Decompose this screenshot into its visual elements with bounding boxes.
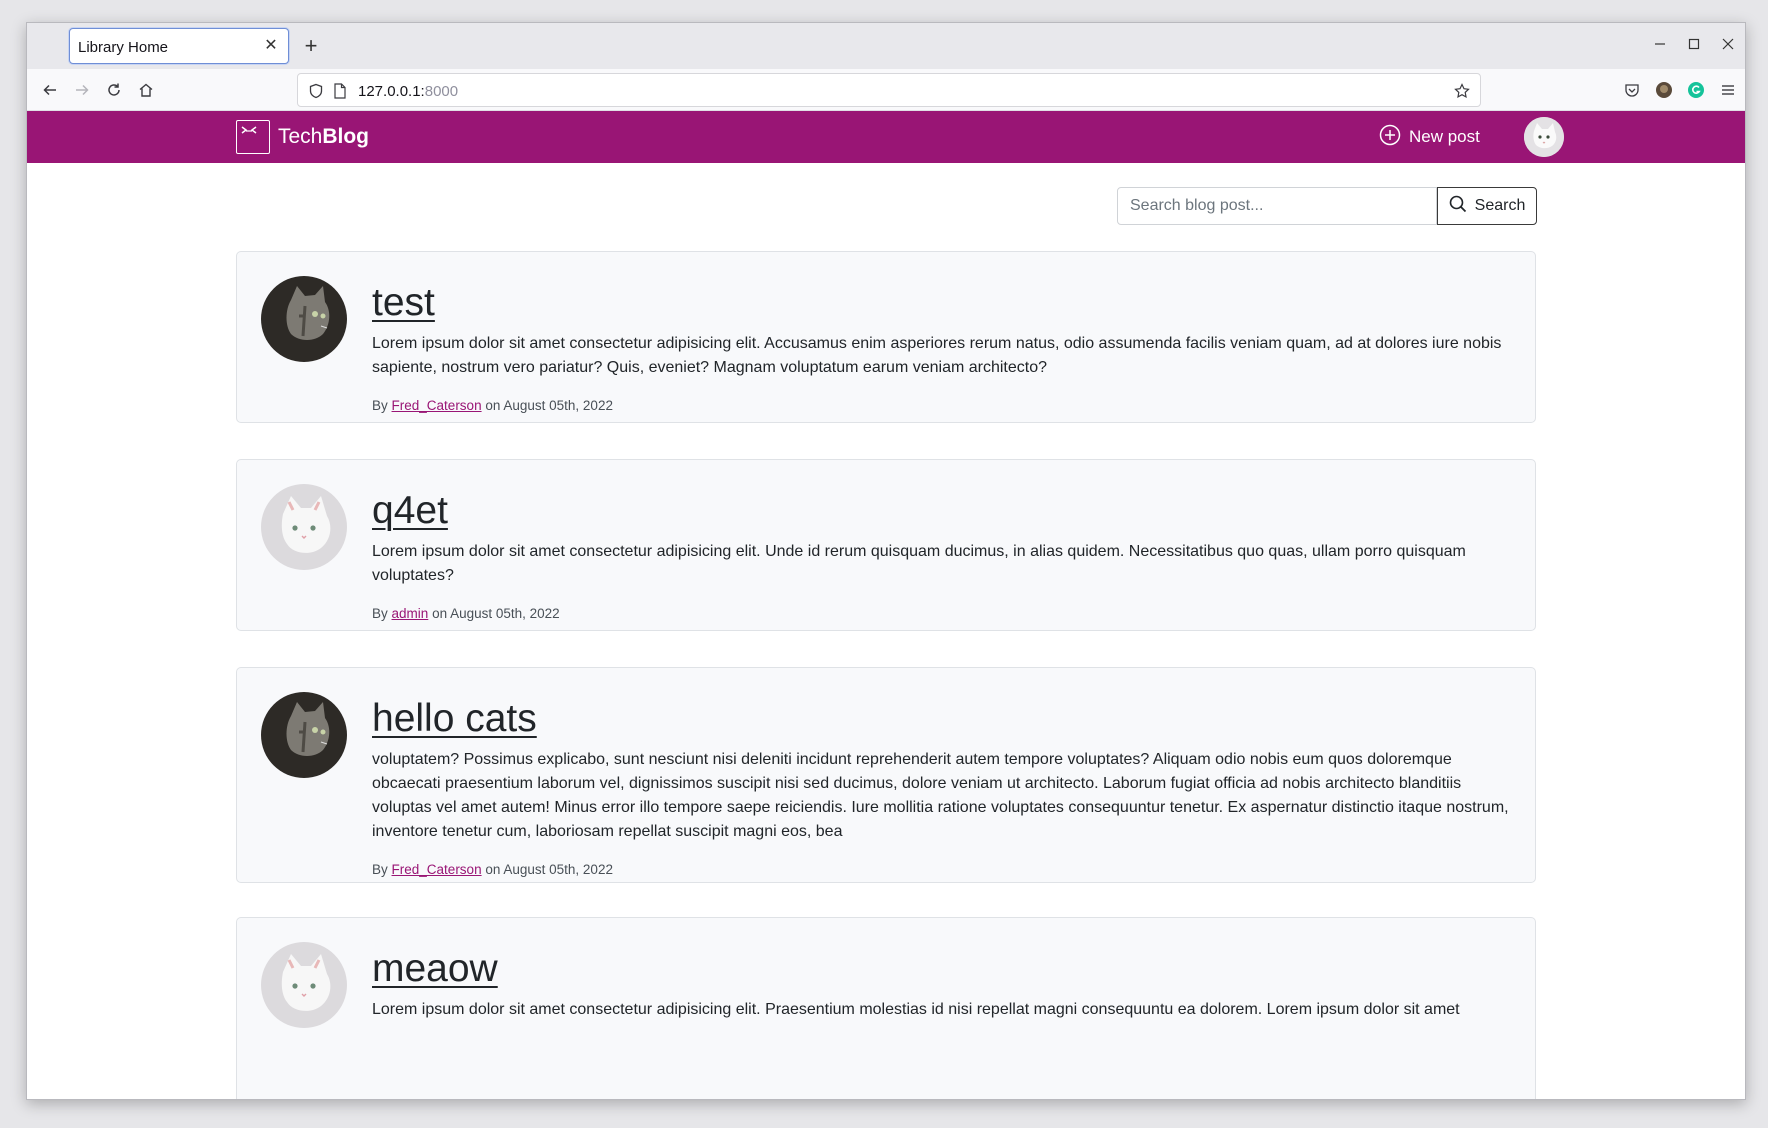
post-card: hello cats voluptatem? Possimus explicab…: [236, 667, 1536, 883]
post-author-avatar: [261, 692, 347, 778]
brand-name: TechBlog: [278, 125, 370, 148]
post-body: q4et Lorem ipsum dolor sit amet consecte…: [372, 488, 1519, 621]
post-meta: By admin on August 05th, 2022: [372, 606, 560, 621]
tab-title: Library Home: [78, 39, 169, 56]
search-button-label: Search: [1474, 197, 1526, 214]
maximize-icon[interactable]: [1679, 31, 1709, 61]
bookmark-star-icon[interactable]: [1452, 81, 1472, 101]
page-icon: [330, 81, 350, 101]
post-body: test Lorem ipsum dolor sit amet consecte…: [372, 280, 1519, 413]
tab-strip: Library Home ✕ +: [27, 23, 1745, 69]
plus-circle-icon: [1379, 124, 1401, 151]
post-excerpt: Lorem ipsum dolor sit amet consectetur a…: [372, 335, 1502, 376]
post-card: test Lorem ipsum dolor sit amet consecte…: [236, 251, 1536, 423]
search-button[interactable]: Search: [1437, 187, 1537, 225]
author-link[interactable]: Fred_Caterson: [392, 862, 482, 877]
post-meta: By Fred_Caterson on August 05th, 2022: [372, 398, 613, 413]
post-title-link[interactable]: hello cats: [372, 696, 537, 742]
back-arrow-icon[interactable]: [35, 75, 65, 105]
post-excerpt: Lorem ipsum dolor sit amet consectetur a…: [372, 1001, 1460, 1018]
post-title-link[interactable]: meaow: [372, 946, 498, 992]
post-meta: By Fred_Caterson on August 05th, 2022: [372, 862, 613, 877]
user-avatar[interactable]: [1524, 117, 1564, 157]
extension-avatar-icon[interactable]: [1649, 75, 1679, 105]
new-tab-icon[interactable]: +: [297, 32, 325, 60]
search-form: Search: [1117, 187, 1537, 225]
browser-toolbar: 127.0.0.1:8000: [27, 69, 1745, 111]
close-window-icon[interactable]: [1713, 31, 1743, 61]
forward-arrow-icon[interactable]: [67, 75, 97, 105]
author-link[interactable]: admin: [392, 606, 429, 621]
home-icon[interactable]: [131, 75, 161, 105]
post-author-avatar: [261, 942, 347, 1028]
grammarly-icon[interactable]: [1681, 75, 1711, 105]
post-card: meaow Lorem ipsum dolor sit amet consect…: [236, 917, 1536, 1099]
search-input[interactable]: [1117, 187, 1437, 225]
shield-icon[interactable]: [306, 81, 326, 101]
brand-link[interactable]: TechBlog: [236, 119, 369, 155]
main-content: Search test Lorem ipsum dolor sit amet c…: [27, 163, 1745, 1099]
url-text: 127.0.0.1:8000: [358, 83, 459, 100]
author-link[interactable]: Fred_Caterson: [392, 398, 482, 413]
url-bar[interactable]: 127.0.0.1:8000: [297, 73, 1481, 107]
post-card: q4et Lorem ipsum dolor sit amet consecte…: [236, 459, 1536, 631]
tab-library-home[interactable]: Library Home ✕: [69, 28, 289, 64]
reload-icon[interactable]: [99, 75, 129, 105]
browser-window: Library Home ✕ + 127.0.0.1:8000 TechBlog…: [26, 22, 1746, 1100]
menu-icon[interactable]: [1713, 75, 1743, 105]
search-icon: [1449, 195, 1467, 218]
minimize-icon[interactable]: [1645, 31, 1675, 61]
site-header: TechBlog New post: [27, 111, 1745, 163]
post-author-avatar: [261, 484, 347, 570]
post-author-avatar: [261, 276, 347, 362]
close-tab-icon[interactable]: ✕: [260, 35, 282, 57]
post-excerpt: Lorem ipsum dolor sit amet consectetur a…: [372, 543, 1466, 584]
post-body: hello cats voluptatem? Possimus explicab…: [372, 696, 1519, 877]
new-post-button[interactable]: New post: [1379, 124, 1480, 150]
post-body: meaow Lorem ipsum dolor sit amet consect…: [372, 946, 1519, 1022]
pocket-icon[interactable]: [1617, 75, 1647, 105]
post-title-link[interactable]: test: [372, 280, 435, 326]
terminal-logo-icon: [236, 120, 270, 154]
post-title-link[interactable]: q4et: [372, 488, 448, 534]
post-excerpt: voluptatem? Possimus explicabo, sunt nes…: [372, 751, 1509, 840]
new-post-label: New post: [1409, 127, 1480, 146]
